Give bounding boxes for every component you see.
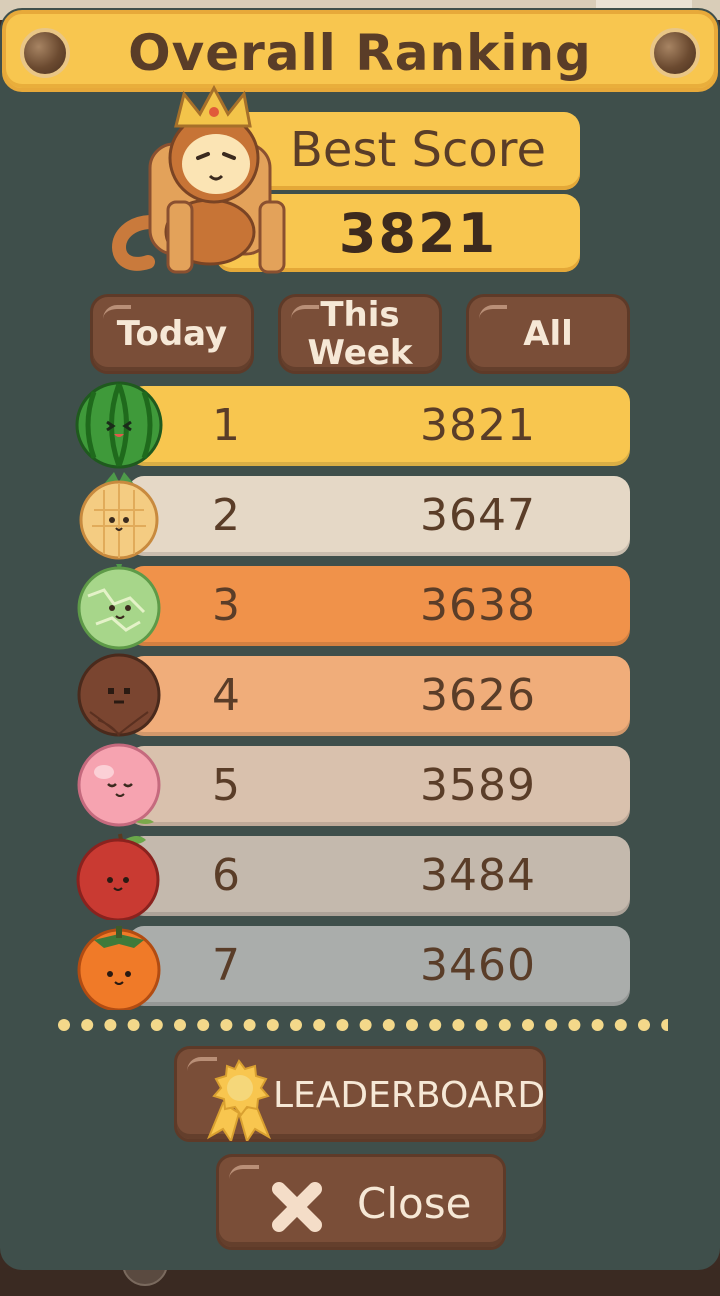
rank-score: 3626	[420, 670, 536, 721]
pineapple-icon	[79, 472, 159, 560]
rivet-right-icon	[650, 28, 700, 78]
rank-score: 3484	[420, 850, 536, 901]
ranking-row: 1 3821	[128, 386, 630, 466]
watermelon-icon	[75, 381, 163, 469]
close-button[interactable]: Close	[216, 1154, 506, 1250]
ranking-row: 5 3589	[128, 746, 630, 826]
tab-this-week[interactable]: This Week	[278, 294, 442, 374]
ranking-row: 2 3647	[128, 476, 630, 556]
ranking-row: 7 3460	[128, 926, 630, 1006]
page-title: Overall Ranking	[128, 24, 592, 82]
tab-today-label: Today	[116, 314, 228, 354]
rank-score: 3589	[420, 760, 536, 811]
rank-score: 3647	[420, 490, 536, 541]
monkey-king-icon	[112, 84, 286, 274]
close-x-icon	[272, 1182, 322, 1232]
title-bar: Overall Ranking	[2, 10, 718, 92]
dotted-divider	[58, 1019, 668, 1031]
best-score-label: Best Score	[290, 122, 546, 178]
coconut-icon	[77, 653, 161, 737]
ranking-row: 4 3626	[128, 656, 630, 736]
rank-score: 3460	[420, 940, 536, 991]
peach-icon	[77, 743, 161, 827]
melon-icon	[77, 564, 161, 650]
persimmon-icon	[77, 926, 161, 1010]
background-bottom	[0, 1260, 720, 1296]
apple-icon	[76, 833, 160, 920]
ranking-row: 3 3638	[128, 566, 630, 646]
best-score-value: 3821	[338, 202, 498, 265]
tab-this-week-label: This Week	[307, 295, 413, 373]
tab-all[interactable]: All	[466, 294, 630, 374]
close-label: Close	[357, 1179, 472, 1228]
rank-score: 3821	[420, 400, 536, 451]
tab-today[interactable]: Today	[90, 294, 254, 374]
ranking-row: 6 3484	[128, 836, 630, 916]
award-ribbon-icon	[206, 1059, 272, 1141]
rank-score: 3638	[420, 580, 536, 631]
tab-all-label: All	[523, 314, 573, 354]
leaderboard-label: LEADERBOARD	[273, 1075, 546, 1116]
leaderboard-button[interactable]: LEADERBOARD	[174, 1046, 546, 1142]
